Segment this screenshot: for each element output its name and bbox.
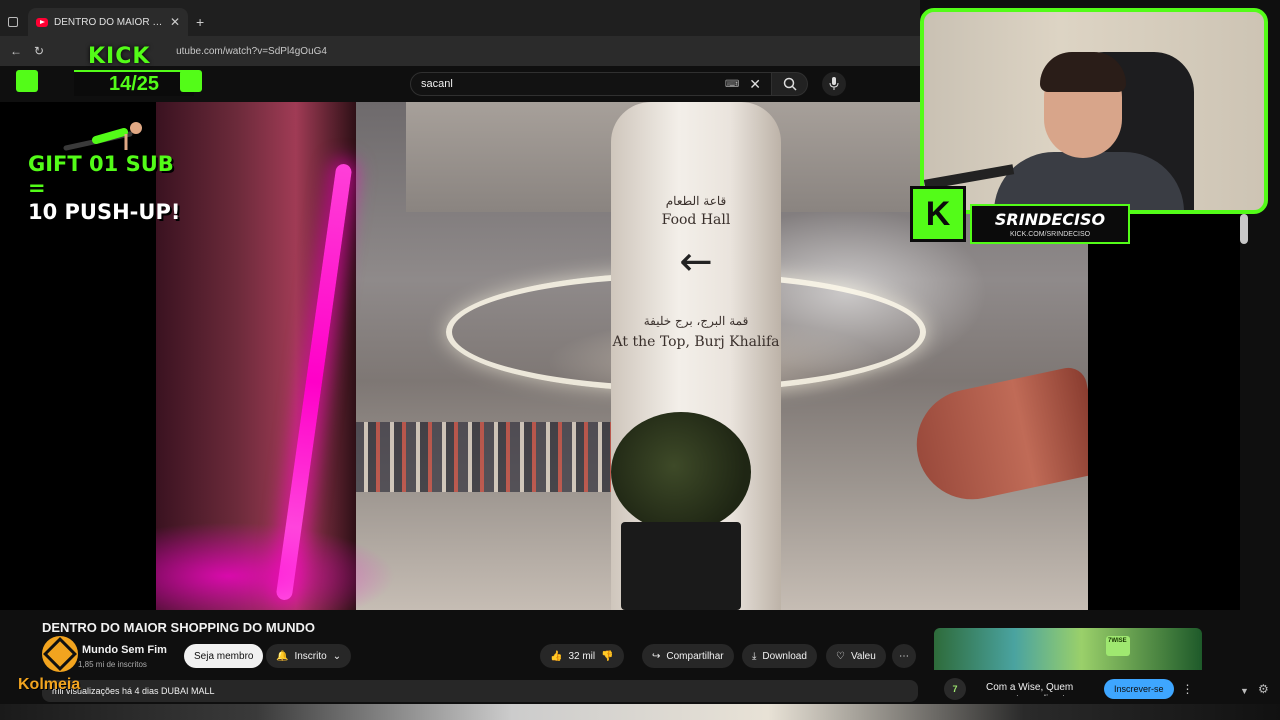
sign-arabic-food-hall: قاعة الطعام xyxy=(665,194,727,208)
search-button[interactable] xyxy=(772,72,808,96)
plant-pot xyxy=(621,522,741,610)
dislike-icon[interactable]: 👎 xyxy=(601,651,613,662)
ad-text[interactable]: Com a Wise, Quem converte se diverte xyxy=(986,682,1096,696)
search-query: sacanl xyxy=(421,78,453,90)
join-button[interactable]: Seja membro xyxy=(184,644,264,668)
sub-goal-widget: KICK 14/25 xyxy=(14,44,204,100)
more-vertical-icon[interactable]: ⋮ xyxy=(1182,682,1194,696)
tab-close-icon[interactable]: ✕ xyxy=(170,15,180,29)
wise-icon[interactable]: 7 xyxy=(944,678,966,700)
share-button[interactable]: ↪ Compartilhar xyxy=(642,644,734,668)
gift-line-2: 10 PUSH-UP! xyxy=(28,200,181,224)
heart-dollar-icon: ♡ xyxy=(836,650,845,662)
gear-icon[interactable]: ⚙ xyxy=(1258,682,1269,696)
sub-goal-counter: 14/25 xyxy=(74,70,194,96)
like-count: 32 mil xyxy=(568,650,596,662)
microphone-icon xyxy=(829,77,839,90)
page-scrollbar[interactable] xyxy=(1240,214,1248,244)
download-icon: ⤓ xyxy=(752,650,757,662)
kick-k-icon: K xyxy=(910,186,966,242)
streamer-name: SRINDECISO xyxy=(994,210,1106,229)
share-icon: ↪ xyxy=(652,650,661,662)
streamer-name-banner: K SRINDECISO KICK.COM/SRINDECISO xyxy=(910,186,1132,244)
kick-logo: KICK xyxy=(88,44,151,69)
streamer-webcam xyxy=(920,8,1268,214)
subscribed-button[interactable]: 🔔 Inscrito ⌄ xyxy=(266,644,352,668)
kolmeia-overlay: Kolmeia xyxy=(18,676,81,693)
search-input[interactable]: sacanl ⌨ ✕ xyxy=(410,72,772,96)
window-menu-icon[interactable] xyxy=(8,17,18,27)
like-button[interactable]: 👍 32 mil 👎 xyxy=(540,644,624,668)
new-tab-icon[interactable]: + xyxy=(196,14,204,30)
name-plate: SRINDECISO KICK.COM/SRINDECISO xyxy=(970,204,1130,244)
screen: DENTRO DO MAIOR SHOPPI ✕ + ← ↻ utube.com… xyxy=(0,0,1280,720)
more-actions-button[interactable]: ⋯ xyxy=(892,644,916,668)
sign-arrow-icon: ← xyxy=(679,239,713,285)
youtube-favicon-icon xyxy=(36,17,48,27)
floor-reflection xyxy=(156,522,396,610)
search-icon xyxy=(783,77,797,91)
video-title: DENTRO DO MAIOR SHOPPING DO MUNDO xyxy=(42,620,316,635)
share-label: Compartilhar xyxy=(666,650,724,662)
streamer-hair xyxy=(1040,52,1126,92)
thanks-label: Valeu xyxy=(850,650,876,662)
bell-icon: 🔔 xyxy=(276,650,289,662)
chevron-down-icon[interactable]: ▼ xyxy=(1240,686,1249,696)
pushup-figure-icon xyxy=(63,122,142,151)
channel-name[interactable]: Mundo Sem Fim xyxy=(82,644,167,656)
subscribe-button[interactable]: Inscrever-se xyxy=(1104,679,1174,699)
keyboard-icon[interactable]: ⌨ xyxy=(725,79,739,90)
gift-box-icon xyxy=(180,70,202,92)
subscribed-label: Inscrito xyxy=(294,650,327,662)
ad-banner[interactable]: 7WISE xyxy=(934,628,1202,670)
desktop-background-strip xyxy=(0,704,1280,720)
channel-avatar[interactable] xyxy=(42,636,78,672)
join-label: Seja membro xyxy=(194,650,254,662)
sign-at-the-top: At the Top, Burj Khalifa xyxy=(612,334,780,350)
channel-subscribers: 1,85 mi de inscritos xyxy=(78,660,147,669)
pointing-hand xyxy=(906,364,1088,510)
gift-line-1: GIFT 01 SUB = xyxy=(28,152,174,200)
download-label: Download xyxy=(762,650,807,662)
ad-row: 7 Com a Wise, Quem converte se diverte I… xyxy=(934,674,1202,704)
thanks-button[interactable]: ♡ Valeu xyxy=(826,644,886,668)
potted-plant xyxy=(611,412,751,532)
sign-arabic-burj: قمة البرج، برج خليفة xyxy=(643,314,749,328)
thumbs-up-icon: 👍 xyxy=(550,650,563,662)
browser-tab[interactable]: DENTRO DO MAIOR SHOPPI ✕ xyxy=(28,8,188,36)
gift-promo: GIFT 01 SUB = 10 PUSH-UP! xyxy=(28,152,188,224)
gift-box-icon xyxy=(16,70,38,92)
chevron-down-icon: ⌄ xyxy=(332,650,342,662)
wise-logo: 7WISE xyxy=(1106,636,1130,656)
clear-search-icon[interactable]: ✕ xyxy=(749,76,761,93)
tab-title: DENTRO DO MAIOR SHOPPI xyxy=(54,16,164,28)
download-button[interactable]: ⤓ Download xyxy=(742,644,817,668)
voice-search-button[interactable] xyxy=(822,72,846,96)
sign-food-hall: Food Hall xyxy=(661,212,731,228)
streamer-url: KICK.COM/SRINDECISO xyxy=(1009,231,1091,238)
browser-tab-bar: DENTRO DO MAIOR SHOPPI ✕ + xyxy=(0,0,920,36)
more-horizontal-icon: ⋯ xyxy=(899,650,909,662)
